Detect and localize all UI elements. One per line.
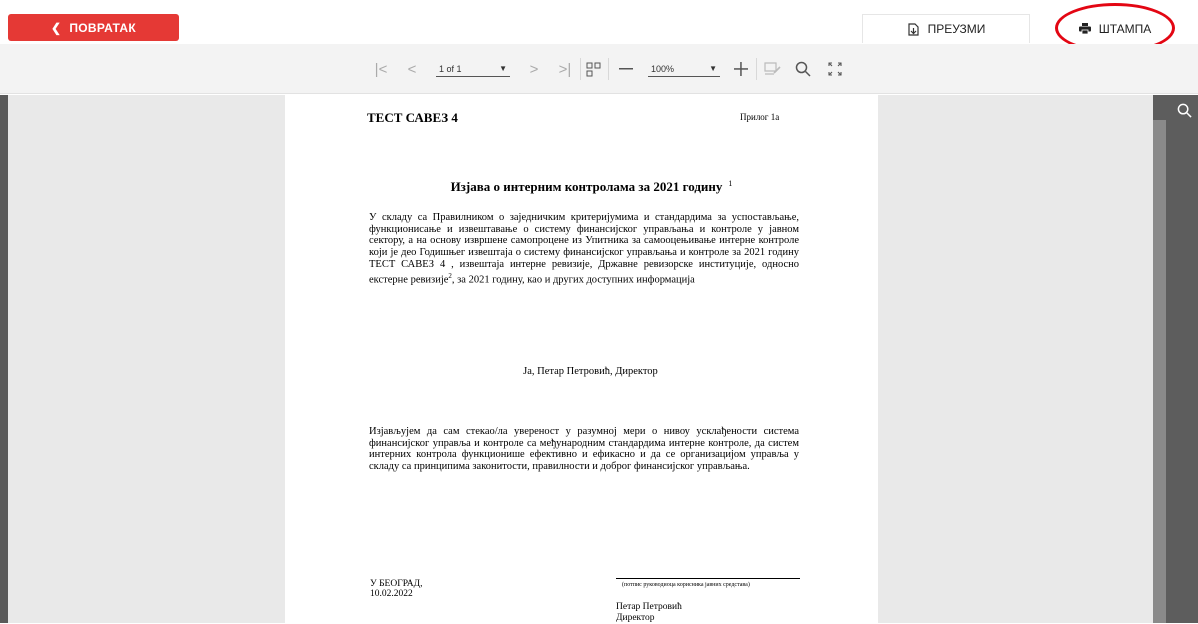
back-button-label: ПОВРАТАК	[69, 20, 136, 35]
next-page-icon[interactable]: >	[525, 44, 543, 94]
document-signer: Ја, Петар Петровић, Директор	[523, 366, 658, 377]
signature-name: Петар Петровић	[616, 602, 682, 612]
fullscreen-icon[interactable]	[826, 44, 844, 94]
document-paragraph-2: Изјављујем да сам стекао/ла увереност у …	[369, 426, 799, 473]
page-select[interactable]: 1 of 1 ▼	[436, 61, 510, 77]
chevron-down-icon: ▼	[499, 64, 507, 73]
edit-form-icon[interactable]	[762, 44, 784, 94]
document-place-date: У БЕОГРАД, 10.02.2022	[370, 579, 423, 599]
chevron-left-icon: ❮	[51, 20, 62, 35]
vertical-scrollbar[interactable]	[1153, 120, 1166, 623]
toolbar-divider	[756, 58, 757, 80]
paragraph-1-text-end: , за 2021 годину, као и других доступних…	[451, 274, 695, 286]
back-button[interactable]: ❮ ПОВРАТАК	[8, 14, 179, 41]
title-footnote: 1	[728, 179, 733, 188]
search-icon[interactable]	[793, 44, 813, 94]
download-file-icon	[907, 22, 920, 36]
document-place: У БЕОГРАД,	[370, 579, 423, 589]
panel-search-icon[interactable]	[1170, 98, 1198, 122]
signature-line	[616, 578, 800, 579]
first-page-icon[interactable]: |<	[372, 44, 390, 94]
chevron-down-icon: ▼	[709, 64, 717, 73]
signature-role: Директор	[616, 613, 655, 623]
zoom-select[interactable]: 100% ▼	[648, 61, 720, 77]
top-bar: ❮ ПОВРАТАК ПРЕУЗМИ ШТАМПА	[0, 0, 1198, 53]
document-attachment-label: Прилог 1а	[740, 112, 780, 122]
toolbar-divider	[608, 58, 609, 80]
prev-page-icon[interactable]: <	[403, 44, 421, 94]
signature-block: Петар Петровић Директор	[616, 602, 682, 624]
toolbar-divider	[580, 58, 581, 80]
download-button-label: ПРЕУЗМИ	[927, 22, 986, 36]
document-date: 10.02.2022	[370, 589, 413, 599]
document-title-text: Изјава о интерним контролама за 2021 год…	[450, 179, 723, 194]
document-organization: ТЕСТ САВЕЗ 4	[367, 110, 458, 125]
document-paragraph-1: У складу са Правилником о заједничким кр…	[369, 212, 799, 286]
page-select-value: 1 of 1	[439, 63, 462, 74]
zoom-out-icon[interactable]	[617, 44, 635, 94]
left-scroll-strip	[0, 95, 8, 623]
zoom-in-icon[interactable]	[732, 44, 750, 94]
multi-page-icon[interactable]	[584, 44, 602, 94]
last-page-icon[interactable]: >|	[555, 44, 575, 94]
document-title: Изјава о интерним контролама за 2021 год…	[285, 179, 878, 195]
zoom-select-value: 100%	[651, 63, 675, 74]
document-page: ТЕСТ САВЕЗ 4 Прилог 1а Изјава о интерним…	[285, 95, 878, 623]
signature-caption: (потпис руководиоца корисника јавних сре…	[622, 582, 750, 588]
download-button[interactable]: ПРЕУЗМИ	[862, 14, 1030, 43]
viewer-toolbar: |< < 1 of 1 ▼ > >| 100% ▼	[0, 44, 1198, 94]
